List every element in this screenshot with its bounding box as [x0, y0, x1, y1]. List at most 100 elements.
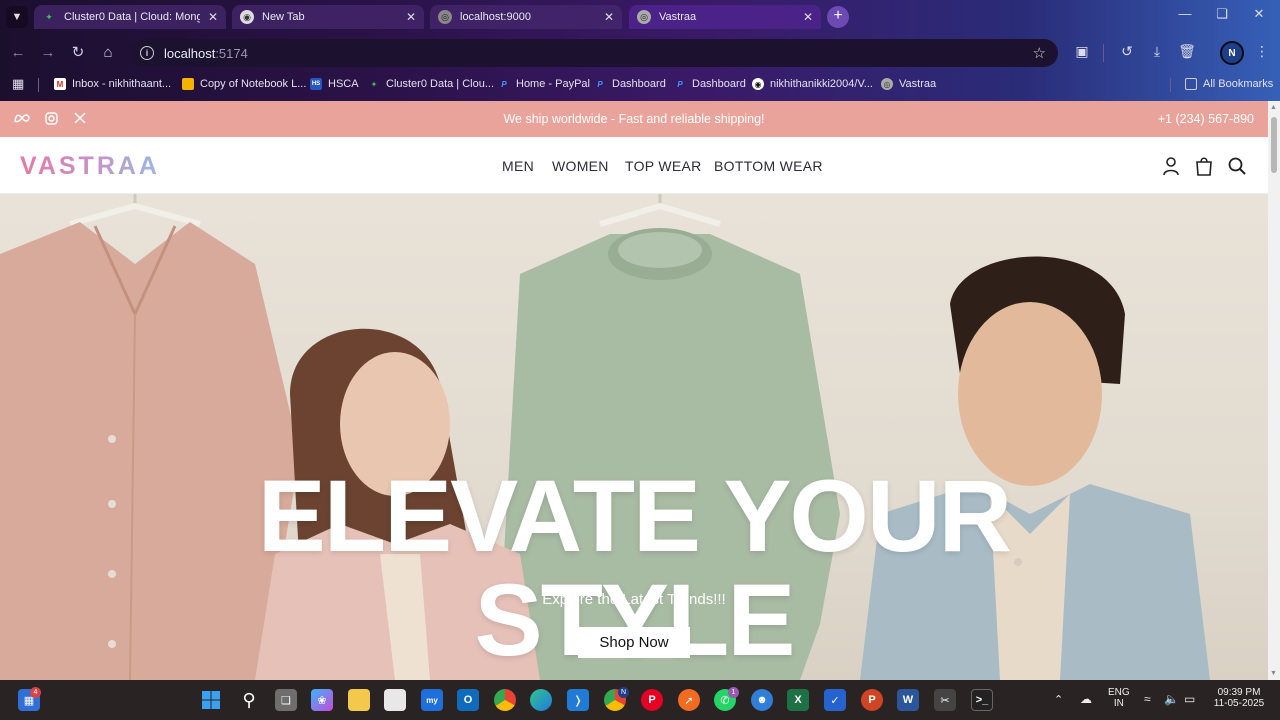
tab-mongodb[interactable]: ✦ Cluster0 Data | Cloud: MongoDB ✕: [34, 5, 226, 29]
volume-icon[interactable]: 🔈: [1164, 692, 1179, 706]
chrome-icon[interactable]: [494, 689, 516, 711]
nav-link-top-wear[interactable]: TOP WEAR: [625, 158, 702, 174]
vscode-icon[interactable]: ❭: [567, 689, 589, 711]
site-logo[interactable]: VASTRAA: [20, 152, 160, 181]
bookmark-label: Cluster0 Data | Clou...: [386, 78, 495, 90]
mysql-workbench-icon[interactable]: my: [421, 689, 443, 711]
phone-number[interactable]: +1 (234) 567-890: [1158, 112, 1254, 126]
globe-icon: ◎: [438, 10, 452, 24]
bookmark-star-icon[interactable]: ☆: [1033, 44, 1046, 62]
nav-link-men[interactable]: MEN: [502, 158, 534, 174]
language-indicator[interactable]: ENG IN: [1108, 687, 1130, 709]
paypal-icon: P: [677, 79, 683, 89]
close-icon[interactable]: ✕: [803, 10, 813, 24]
hero-section: ELEVATE YOUR STYLE Explore the Latest Tr…: [0, 194, 1268, 680]
shopping-bag-icon[interactable]: [1193, 155, 1215, 177]
word-icon[interactable]: W: [897, 689, 919, 711]
scroll-down-icon[interactable]: ▼: [1270, 670, 1277, 677]
language-code: ENG: [1108, 687, 1130, 698]
task-view-icon[interactable]: ❏: [275, 689, 297, 711]
onedrive-cloud-icon[interactable]: ☁: [1080, 692, 1092, 706]
bookmarks-divider: [1170, 78, 1171, 92]
bookmark-dashboard-2[interactable]: P Dashboard: [674, 76, 746, 92]
browser-chrome: ▼ ✦ Cluster0 Data | Cloud: MongoDB ✕ ◉ N…: [0, 0, 1280, 101]
profile-avatar[interactable]: N: [1220, 41, 1244, 65]
trash-icon[interactable]: 🗑: [1177, 43, 1197, 60]
file-explorer-icon[interactable]: [348, 689, 370, 711]
all-bookmarks-button[interactable]: All Bookmarks: [1185, 76, 1273, 92]
bookmark-dashboard-1[interactable]: P Dashboard: [594, 76, 666, 92]
bookmark-notebook[interactable]: Copy of Notebook L...: [182, 76, 306, 92]
clock[interactable]: 09:39 PM 11-05-2025: [1210, 687, 1268, 709]
tab-vastraa[interactable]: ◎ Vastraa ✕: [629, 5, 821, 29]
window-close-icon[interactable]: ✕: [1244, 6, 1274, 22]
bookmark-label: Copy of Notebook L...: [200, 78, 307, 90]
battery-icon[interactable]: ▭: [1184, 692, 1195, 706]
page-scrollbar[interactable]: ▲ ▼: [1268, 101, 1280, 680]
address-bar[interactable]: i localhost:5174 ☆: [130, 39, 1058, 67]
announcement-text: We ship worldwide - Fast and reliable sh…: [503, 112, 765, 126]
postman-icon[interactable]: ➚: [678, 689, 700, 711]
apps-grid-icon[interactable]: ▦: [12, 76, 24, 92]
menu-kebab-icon[interactable]: ⋮: [1252, 43, 1272, 60]
site-info-icon[interactable]: i: [140, 46, 154, 60]
bookmark-label: HSCA: [328, 78, 359, 90]
tab-title: localhost:9000: [460, 11, 531, 23]
scroll-up-icon[interactable]: ▲: [1270, 104, 1277, 111]
home-icon[interactable]: ⌂: [98, 43, 118, 63]
terminal-icon[interactable]: >_: [971, 689, 993, 711]
shop-now-button[interactable]: Shop Now: [578, 627, 690, 658]
gmail-icon: M: [54, 78, 66, 90]
close-icon[interactable]: ✕: [406, 10, 416, 24]
back-arrow-icon[interactable]: ←: [8, 43, 28, 63]
globe-icon: ◎: [637, 10, 651, 24]
copilot-icon[interactable]: ❀: [311, 689, 333, 711]
web-page: We ship worldwide - Fast and reliable sh…: [0, 101, 1268, 680]
nav-link-bottom-wear[interactable]: BOTTOM WEAR: [714, 158, 823, 174]
forward-arrow-icon[interactable]: →: [38, 43, 58, 63]
history-icon[interactable]: ↺: [1117, 43, 1137, 60]
tab-search-chevron-icon[interactable]: ▼: [6, 6, 28, 28]
bookmark-vastraa[interactable]: ◎ Vastraa: [881, 76, 936, 92]
microsoft-store-icon[interactable]: [384, 689, 406, 711]
mongodb-leaf-icon: ✦: [370, 79, 378, 89]
extensions-puzzle-icon[interactable]: ▣: [1072, 43, 1092, 60]
tab-title: Vastraa: [659, 11, 697, 23]
nav-link-women[interactable]: WOMEN: [552, 158, 609, 174]
people-icon[interactable]: ☻: [751, 689, 773, 711]
bookmark-hsca[interactable]: HS HSCA: [310, 76, 359, 92]
powerpoint-icon[interactable]: P: [861, 689, 883, 711]
bookmark-gmail[interactable]: M Inbox - nikhithaant...: [54, 76, 171, 92]
bookmark-label: Dashboard: [692, 78, 746, 90]
download-icon[interactable]: ⤓: [1147, 43, 1167, 60]
bookmark-label: Dashboard: [612, 78, 666, 90]
bookmarks-divider: [38, 78, 39, 92]
search-icon[interactable]: [1226, 155, 1248, 177]
tray-chevron-up-icon[interactable]: ⌃: [1054, 693, 1063, 706]
bookmark-github[interactable]: ◉ nikhithanikki2004/V...: [752, 76, 873, 92]
search-icon[interactable]: ⚲: [238, 689, 260, 711]
bookmarks-bar: ▦ M Inbox - nikhithaant... Copy of Noteb…: [0, 72, 1280, 96]
restore-icon[interactable]: ❏: [1207, 6, 1237, 22]
reload-icon[interactable]: ↻: [68, 43, 88, 63]
todo-icon[interactable]: ✓: [824, 689, 846, 711]
close-icon[interactable]: ✕: [208, 10, 218, 24]
edge-icon[interactable]: [530, 689, 552, 711]
scrollbar-thumb[interactable]: [1271, 117, 1277, 173]
close-icon[interactable]: ✕: [604, 10, 614, 24]
wifi-icon[interactable]: ≈: [1144, 692, 1151, 706]
user-icon[interactable]: [1160, 155, 1182, 177]
outlook-icon[interactable]: O: [457, 689, 479, 711]
whatsapp-badge: 1: [728, 687, 739, 698]
paypal-icon: P: [501, 79, 507, 89]
snipping-tool-icon[interactable]: ✂: [934, 689, 956, 711]
windows-start-icon[interactable]: [200, 689, 222, 711]
new-tab-plus-icon[interactable]: +: [827, 6, 849, 28]
excel-icon[interactable]: X: [787, 689, 809, 711]
tab-localhost-9000[interactable]: ◎ localhost:9000 ✕: [430, 5, 622, 29]
minimize-icon[interactable]: —: [1170, 6, 1200, 21]
bookmark-paypal-home[interactable]: P Home - PayPal: [498, 76, 590, 92]
bookmark-cluster0[interactable]: ✦ Cluster0 Data | Clou...: [368, 76, 494, 92]
tab-new-tab[interactable]: ◉ New Tab ✕: [232, 5, 424, 29]
pinterest-icon[interactable]: P: [641, 689, 663, 711]
